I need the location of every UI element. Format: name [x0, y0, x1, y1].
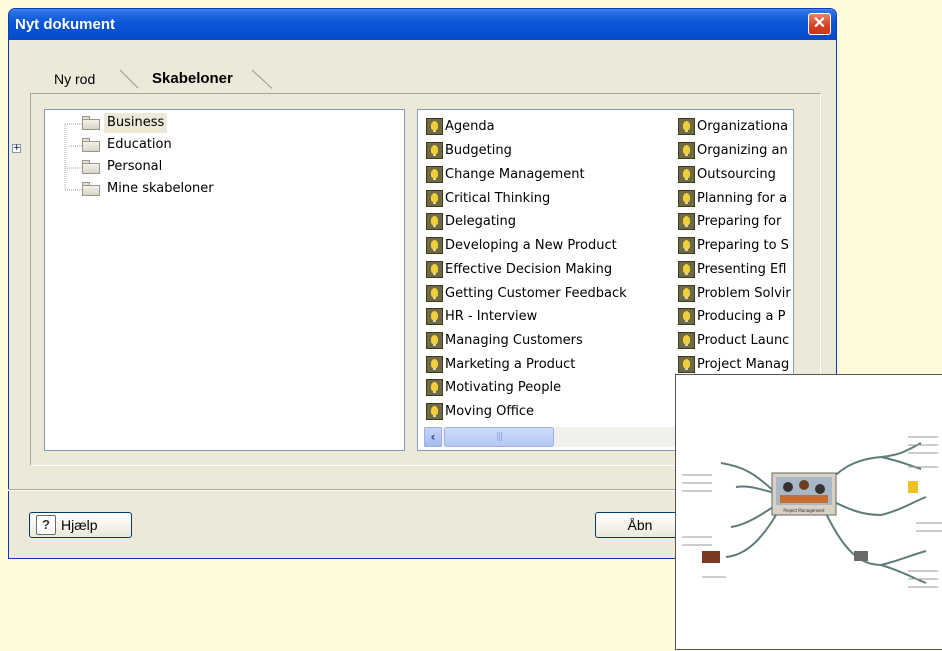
lightbulb-icon: [426, 117, 443, 135]
tab-ny-rod[interactable]: Ny rod: [54, 66, 95, 92]
template-item[interactable]: HR - Interview: [426, 305, 537, 327]
lightbulb-icon: [426, 165, 443, 183]
lightbulb-icon: [678, 260, 695, 278]
template-item[interactable]: Product Launc: [678, 329, 789, 351]
template-item[interactable]: Outsourcing: [678, 163, 776, 185]
folder-icon: [82, 160, 100, 174]
expand-icon[interactable]: +: [12, 144, 21, 153]
lightbulb-icon: [426, 236, 443, 254]
template-preview: Project Management: [675, 374, 942, 650]
lightbulb-icon: [678, 117, 695, 135]
lightbulb-icon: [678, 284, 695, 302]
folder-icon: [82, 138, 100, 152]
template-item[interactable]: Managing Customers: [426, 329, 583, 351]
mind-map-preview-image: Project Management: [682, 436, 942, 588]
tree-item-label: Mine skabeloner: [107, 181, 214, 196]
lightbulb-icon: [426, 355, 443, 373]
tree-item-label: Personal: [107, 159, 163, 174]
tab-separator: [251, 69, 272, 90]
scroll-left-arrow-icon[interactable]: ‹: [424, 427, 442, 447]
template-item[interactable]: Agenda: [426, 115, 495, 137]
template-item[interactable]: Preparing for: [678, 210, 781, 232]
lightbulb-icon: [426, 141, 443, 159]
template-item[interactable]: Marketing a Product: [426, 353, 575, 375]
template-item[interactable]: Effective Decision Making: [426, 258, 612, 280]
template-item[interactable]: Developing a New Product: [426, 234, 617, 256]
tree-item-label: Business: [104, 113, 168, 133]
svg-text:Project Management: Project Management: [783, 508, 825, 513]
horizontal-scrollbar[interactable]: ‹ |||: [424, 427, 684, 447]
dialog-title: Nyt dokument: [15, 16, 116, 33]
lightbulb-icon: [678, 189, 695, 207]
help-button-label: Hjælp: [61, 517, 98, 533]
lightbulb-icon: [678, 141, 695, 159]
template-item[interactable]: Getting Customer Feedback: [426, 282, 627, 304]
template-item[interactable]: Organizing an: [678, 139, 788, 161]
lightbulb-icon: [678, 307, 695, 325]
template-item[interactable]: Producing a P: [678, 305, 785, 327]
template-item[interactable]: Presenting Efl: [678, 258, 786, 280]
template-item[interactable]: Critical Thinking: [426, 187, 550, 209]
lightbulb-icon: [678, 236, 695, 254]
lightbulb-icon: [426, 189, 443, 207]
template-item[interactable]: Preparing to S: [678, 234, 789, 256]
lightbulb-icon: [426, 307, 443, 325]
lightbulb-icon: [426, 331, 443, 349]
template-item[interactable]: Planning for a: [678, 187, 787, 209]
template-item[interactable]: Problem Solvir: [678, 282, 791, 304]
tree-item-education[interactable]: Education: [82, 135, 175, 155]
template-item[interactable]: Project Manag: [678, 353, 789, 375]
open-button-label: Åbn: [627, 517, 653, 533]
scroll-thumb[interactable]: |||: [444, 427, 554, 447]
lightbulb-icon: [426, 260, 443, 278]
lightbulb-icon: [426, 402, 443, 420]
tab-skabeloner[interactable]: Skabeloner: [152, 66, 233, 92]
lightbulb-icon: [678, 165, 695, 183]
template-item[interactable]: Motivating People: [426, 376, 561, 398]
lightbulb-icon: [426, 212, 443, 230]
folder-icon: [82, 116, 100, 130]
title-bar[interactable]: Nyt dokument ✕: [9, 9, 836, 40]
template-item[interactable]: Organizationa: [678, 115, 788, 137]
tree-item-business[interactable]: Business: [82, 113, 168, 133]
tree-item-mine-skabeloner[interactable]: Mine skabeloner: [82, 179, 217, 199]
lightbulb-icon: [678, 212, 695, 230]
template-item[interactable]: Budgeting: [426, 139, 512, 161]
tree-item-personal[interactable]: Personal: [82, 157, 165, 177]
open-button[interactable]: Åbn: [595, 512, 685, 538]
template-item[interactable]: Delegating: [426, 210, 516, 232]
help-icon: ?: [36, 515, 56, 535]
template-item[interactable]: Moving Office: [426, 400, 534, 422]
lightbulb-icon: [678, 355, 695, 373]
close-button[interactable]: ✕: [808, 13, 831, 35]
tree-item-label: Education: [107, 137, 172, 152]
help-button[interactable]: ? Hjælp: [29, 512, 132, 538]
template-item[interactable]: Change Management: [426, 163, 585, 185]
lightbulb-icon: [678, 331, 695, 349]
lightbulb-icon: [426, 378, 443, 396]
folder-icon: [82, 182, 100, 196]
tab-separator: [119, 69, 139, 89]
lightbulb-icon: [426, 284, 443, 302]
